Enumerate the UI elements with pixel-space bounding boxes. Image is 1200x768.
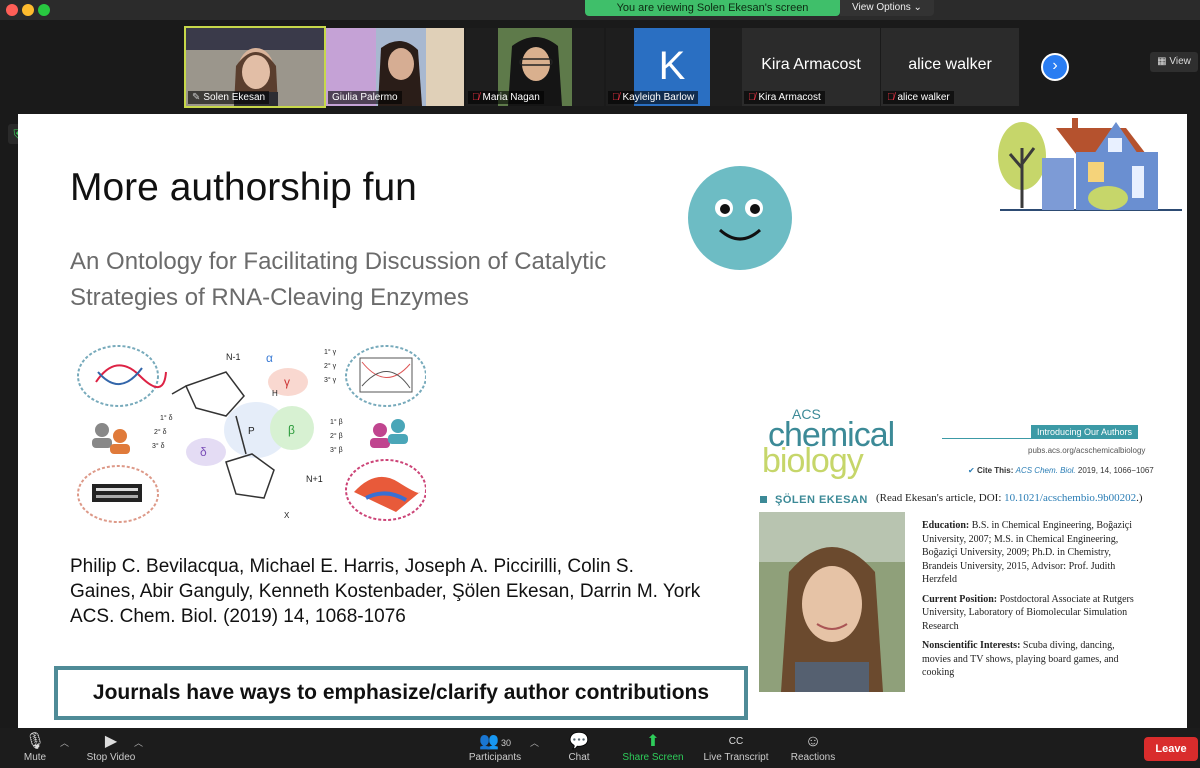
maximize-window-button[interactable] [38,4,50,16]
view-options-button[interactable]: View Options ⌄ [840,0,934,16]
participant-name-tag: 🎙̸ Kayleigh Barlow [608,91,699,104]
share-screen-button[interactable]: ⬆ Share Screen [618,732,688,763]
video-tile-solen[interactable]: ✎ Solen Ekesan [184,26,326,108]
diagram-label-1-gamma: 1° γ [324,348,337,356]
shared-slide: More authorship fun An Ontology for Faci… [18,114,1187,728]
smiley-face-icon [688,166,792,270]
diagram-label-1-beta: 1° β [330,418,343,426]
author-bio: Education: B.S. in Chemical Engineering,… [922,520,1134,678]
video-tile-giulia[interactable]: Giulia Palermo [326,28,464,106]
participants-button[interactable]: 👥 30 Participants [465,732,525,763]
diagram-label-n-plus-1: N+1 [306,474,323,484]
meeting-toolbar: 🎙 Mute ︿ ▶ Stop Video ︿ 👥 30 Participants ︿ … [0,728,1200,768]
journal-url: pubs.acs.org/acschemicalbiology [1028,446,1146,455]
grid-icon: ▦ [1157,56,1170,67]
diagram-label-3-delta: 3° δ [152,442,165,450]
participant-name-tag: 🎙̸ Kira Armacost [744,91,825,104]
close-window-button[interactable] [6,4,18,16]
journal-callout-text: Journals have ways to emphasize/clarify … [92,681,710,704]
mute-button[interactable]: 🎙 Mute [20,732,50,763]
live-transcript-button[interactable]: CC Live Transcript [698,732,774,763]
muted-mic-icon: 🎙̸ [887,92,895,103]
video-tile-kayleigh[interactable]: K 🎙̸ Kayleigh Barlow [606,28,744,106]
share-screen-icon: ⬆ [646,733,660,750]
minimize-window-button[interactable] [22,4,34,16]
diagram-label-3-beta: 3° β [330,446,343,454]
window-titlebar: You are viewing Solen Ekesan's screen Vi… [0,0,1200,20]
acs-chemical-biology-logo: ACS chemical biology [762,406,895,480]
muted-mic-icon: 🎙̸ [612,92,620,103]
check-badge-icon: ✔ [968,466,977,475]
leave-meeting-button[interactable]: Leave [1144,737,1198,761]
cite-this: ✔ Cite This: ACS Chem. Biol. 2019, 14, 1… [968,466,1154,475]
closed-captions-icon: CC [728,736,744,747]
diagram-label-2-beta: 2° β [330,432,343,440]
diagram-label-2-gamma: 2° γ [324,362,337,370]
participant-name-tag: ✎ Solen Ekesan [188,91,270,104]
participant-name-tag: Giulia Palermo [328,91,402,104]
slide-subtitle: An Ontology for Facilitating Discussion … [70,248,607,311]
introducing-authors-label: Introducing Our Authors [1030,425,1138,439]
video-tile-alice[interactable]: alice walker 🎙̸ alice walker [881,28,1019,106]
authors-line-2: Gaines, Abir Ganguly, Kenneth Kostenbade… [70,581,701,602]
stop-video-button[interactable]: ▶ Stop Video [80,732,142,763]
avatar-initial: K [658,44,686,88]
microphone-icon: 🎙 [24,733,46,750]
reactions-button[interactable]: ☺ Reactions [786,732,840,763]
next-page-chevron-icon[interactable]: › [1041,53,1069,81]
video-camera-icon: ▶ [104,733,118,750]
video-tile-kira[interactable]: Kira Armacost 🎙̸ Kira Armacost [742,28,880,106]
chat-bubble-icon: 💬 [569,733,589,750]
slide-title: More authorship fun [70,166,417,209]
diagram-label-2-delta: 2° δ [154,428,167,436]
participant-name-tag: 🎙̸ alice walker [883,91,954,104]
participant-display-name: Kira Armacost [761,56,861,73]
participants-options-chevron-icon[interactable]: ︿ [530,736,539,749]
muted-mic-icon: 🎙̸ [472,92,480,103]
participants-icon: 👥 [479,733,499,750]
diagram-label-3-gamma: 3° γ [324,376,337,384]
diagram-label-h: H [272,389,278,398]
citation: ACS. Chem. Biol. (2019) 14, 1068-1076 [70,606,406,627]
mute-options-chevron-icon[interactable]: ︿ [60,736,69,749]
author-photo [759,512,905,692]
authors-line-1: Philip C. Bevilacqua, Michael E. Harris,… [70,556,634,577]
chat-button[interactable]: 💬 Chat [562,732,596,763]
muted-mic-icon: 🎙̸ [748,92,756,103]
introducing-authors-band: Introducing Our Authors [942,425,1138,439]
viewing-screen-banner: You are viewing Solen Ekesan's screen [585,0,840,16]
diagram-label-p: P [248,426,255,437]
diagram-label-1-delta: 1° δ [160,414,173,422]
featured-author-name: ŞÖLEN EKESAN [760,494,868,506]
participant-name-tag: 🎙̸ Maria Nagan [468,91,544,104]
house-illustration-icon [998,118,1182,211]
read-article-note: (Read Ekesan's article, DOI: 10.1021/acs… [876,492,1143,504]
diagram-label-beta: β [288,423,295,437]
diagram-label-delta: δ [200,445,207,459]
diagram-label-n-1: N-1 [226,352,241,362]
diagram-label-gamma: γ [284,375,290,389]
participant-display-name: alice walker [908,56,992,73]
view-button[interactable]: ▦ View [1150,52,1198,72]
diagram-label-x: X [284,511,290,520]
journal-callout-box: Journals have ways to emphasize/clarify … [54,666,748,720]
video-tile-maria[interactable]: 🎙̸ Maria Nagan [466,28,604,106]
author-list: Philip C. Bevilacqua, Michael E. Harris,… [70,554,740,629]
smiley-reaction-icon: ☺ [804,733,822,750]
diagram-label-alpha: α [266,351,273,365]
catalytic-strategies-diagram: N-1 α 1° γ 2° γ 3° γ γ β 1° β 2° β 3° β … [77,345,426,523]
video-options-chevron-icon[interactable]: ︿ [134,736,143,749]
participant-gallery: ✎ Solen Ekesan Giulia Palermo 🎙̸ Maria Nag… [0,22,1200,110]
